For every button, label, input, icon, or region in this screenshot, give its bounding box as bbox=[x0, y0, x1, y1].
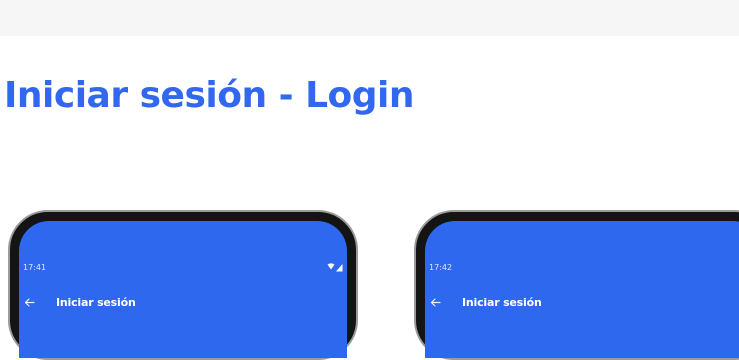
top-band bbox=[0, 0, 739, 36]
phone-mockup-1: 17:41 Iniciar sesión bbox=[8, 210, 358, 360]
status-time: 17:42 bbox=[429, 263, 453, 272]
status-bar: 17:41 bbox=[19, 262, 347, 276]
arrow-left-icon[interactable] bbox=[24, 297, 35, 308]
cell-signal-icon bbox=[336, 264, 343, 272]
phone-screen-2: 17:42 Iniciar sesión bbox=[425, 221, 739, 358]
app-bar: Iniciar sesión bbox=[425, 294, 739, 312]
status-bar: 17:42 bbox=[425, 262, 739, 276]
wifi-icon bbox=[327, 263, 343, 272]
arrow-left-icon[interactable] bbox=[430, 297, 441, 308]
appbar-title: Iniciar sesión bbox=[462, 296, 542, 309]
status-time: 17:41 bbox=[23, 263, 47, 272]
phone-mockup-2: 17:42 Iniciar sesión bbox=[414, 210, 739, 360]
appbar-title: Iniciar sesión bbox=[56, 296, 136, 309]
page-title: Iniciar sesión - Login bbox=[4, 75, 415, 116]
app-bar: Iniciar sesión bbox=[19, 294, 347, 312]
phone-screen-1: 17:41 Iniciar sesión bbox=[19, 221, 347, 358]
